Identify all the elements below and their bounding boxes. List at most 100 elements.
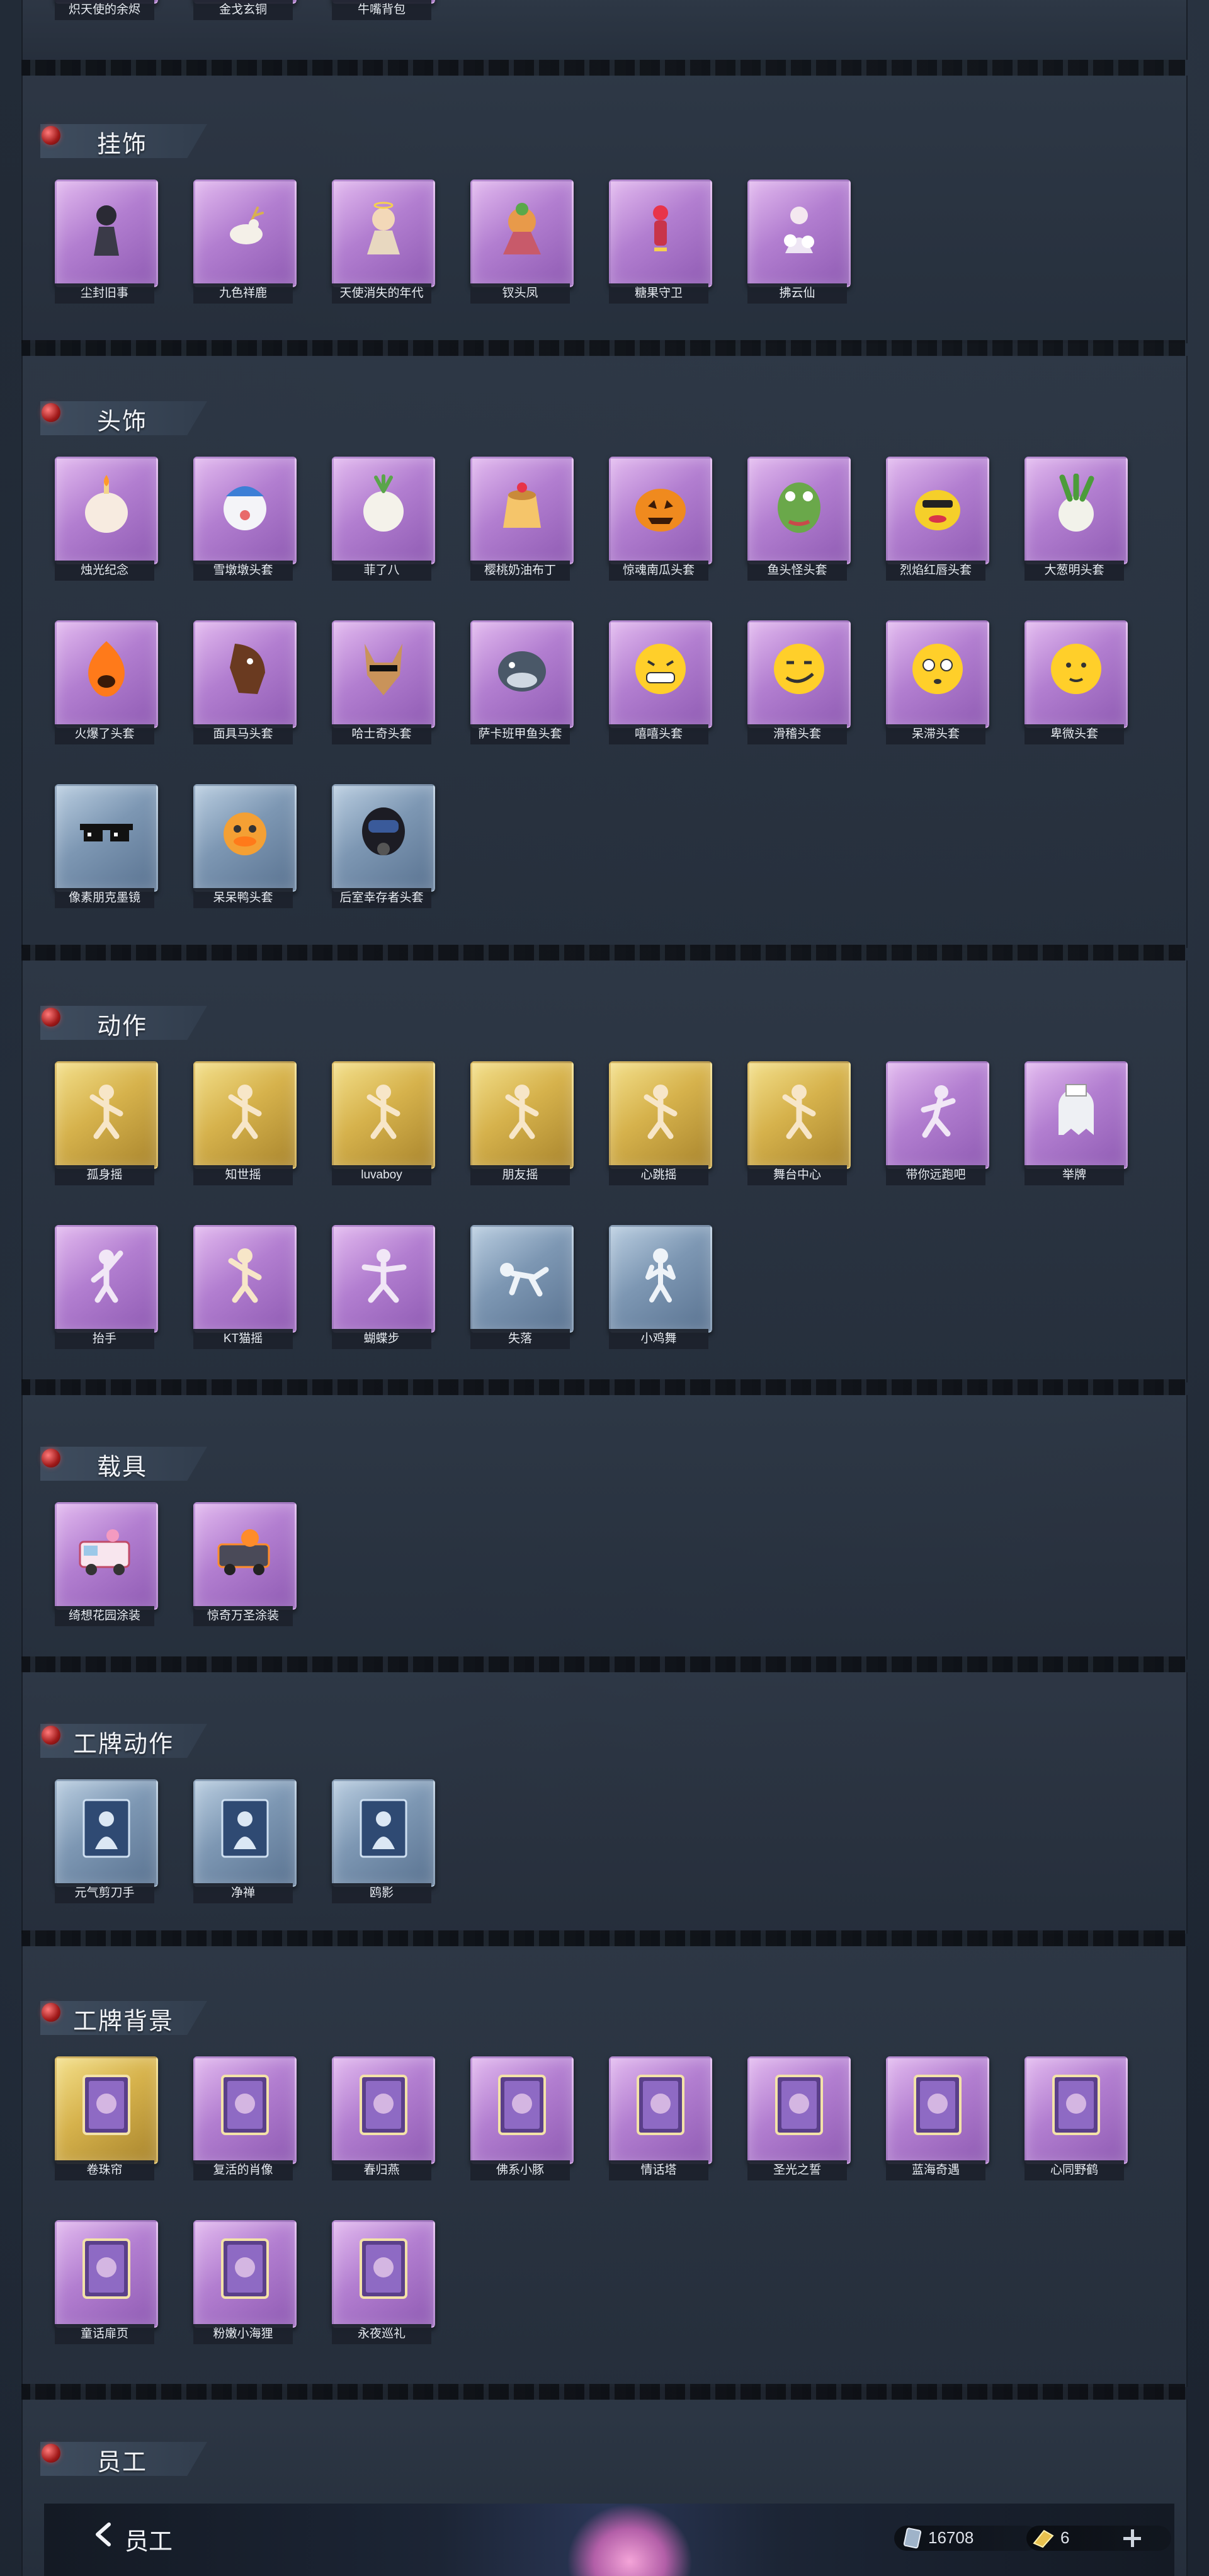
item-tile[interactable]: 钗头凤 — [470, 180, 574, 304]
item-tile[interactable]: 面具马头套 — [193, 620, 297, 745]
add-currency-button[interactable] — [1120, 2526, 1145, 2551]
red-orb-icon — [42, 2003, 60, 2022]
duck-head-icon — [224, 812, 266, 855]
item-label: 卷珠帘 — [55, 2160, 154, 2180]
item-label: 举牌 — [1025, 1165, 1124, 1185]
item-tile[interactable]: 蓝海奇遇 — [886, 2056, 989, 2181]
item-card — [470, 2056, 574, 2164]
item-tile[interactable]: 糖果守卫 — [609, 180, 712, 304]
item-tile[interactable]: 鸥影 — [332, 1779, 435, 1904]
item-tile[interactable]: 情话塔 — [609, 2056, 712, 2181]
item-tile[interactable]: 小鸡舞 — [609, 1225, 712, 1350]
item-tile[interactable]: 知世摇 — [193, 1061, 297, 1186]
top-item[interactable]: 牛嘴背包 — [332, 0, 435, 21]
item-label: 孤身摇 — [55, 1165, 154, 1185]
dance-pose-icon — [782, 1085, 816, 1139]
item-tile[interactable]: 烈焰红唇头套 — [886, 457, 989, 581]
item-tile[interactable]: 天使消失的年代 — [332, 180, 435, 304]
item-tile[interactable]: 嘻嘻头套 — [609, 620, 712, 745]
item-tile[interactable]: 佛系小豚 — [470, 2056, 574, 2181]
item-tile[interactable]: 净禅 — [193, 1779, 297, 1904]
card-frame-icon — [221, 2075, 269, 2135]
item-card — [332, 2220, 435, 2328]
item-tile[interactable]: 像素朋克墨镜 — [55, 784, 158, 909]
item-label: 雪墩墩头套 — [193, 561, 293, 581]
red-orb-icon — [42, 2444, 60, 2463]
character-preview — [567, 2504, 693, 2576]
item-tile[interactable]: 卑微头套 — [1025, 620, 1128, 745]
item-tile[interactable]: 元气剪刀手 — [55, 1779, 158, 1904]
item-tile[interactable]: 尘封旧事 — [55, 180, 158, 304]
item-label: 粉嫩小海狸 — [193, 2324, 293, 2344]
back-chevron-icon[interactable] — [91, 2522, 116, 2547]
item-tile[interactable]: 蝴蝶步 — [332, 1225, 435, 1350]
item-tile[interactable]: 呆滞头套 — [886, 620, 989, 745]
item-label: 永夜巡礼 — [332, 2324, 431, 2344]
item-tile[interactable]: 惊奇万圣涂装 — [193, 1502, 297, 1627]
item-tile[interactable]: 鱼头怪头套 — [747, 457, 851, 581]
item-label: 蝴蝶步 — [332, 1329, 431, 1349]
section-title-badge-action: 工牌动作 — [73, 1731, 174, 1758]
item-card — [55, 1225, 158, 1333]
item-tile[interactable]: 卷珠帘 — [55, 2056, 158, 2181]
item-tile[interactable]: 菲了八 — [332, 457, 435, 581]
item-tile[interactable]: 拂云仙 — [747, 180, 851, 304]
item-tile[interactable]: 粉嫩小海狸 — [193, 2220, 297, 2345]
ghost-sign-icon — [1059, 1084, 1094, 1135]
item-tile[interactable]: 火爆了头套 — [55, 620, 158, 745]
item-card — [747, 1061, 851, 1169]
item-tile[interactable]: 童话扉页 — [55, 2220, 158, 2345]
top-item[interactable]: 炽天使的余烬 — [55, 0, 158, 21]
item-tile[interactable]: 圣光之誓 — [747, 2056, 851, 2181]
item-tile[interactable]: 九色祥鹿 — [193, 180, 297, 304]
top-item[interactable]: 金戈玄铜 — [193, 0, 297, 21]
item-card — [747, 180, 851, 287]
card-frame-icon — [637, 2075, 684, 2135]
item-tile[interactable]: KT猫摇 — [193, 1225, 297, 1350]
item-tile[interactable]: 抬手 — [55, 1225, 158, 1350]
item-label: 蓝海奇遇 — [886, 2160, 985, 2180]
item-tile[interactable]: 举牌 — [1025, 1061, 1128, 1186]
item-label: 尘封旧事 — [55, 283, 154, 304]
card-frame-icon — [498, 2075, 546, 2135]
item-tile[interactable]: 朋友摇 — [470, 1061, 574, 1186]
item-tile[interactable]: luvaboy — [332, 1061, 435, 1186]
item-tile[interactable]: 永夜巡礼 — [332, 2220, 435, 2345]
item-tile[interactable]: 绮想花园涂装 — [55, 1502, 158, 1627]
candle-head-icon — [85, 475, 128, 533]
item-tile[interactable]: 烛光纪念 — [55, 457, 158, 581]
pixel-sunglasses-icon — [80, 824, 133, 841]
item-tile[interactable]: 复活的肖像 — [193, 2056, 297, 2181]
item-tile[interactable]: 呆呆鸭头套 — [193, 784, 297, 909]
item-tile[interactable]: 大葱明头套 — [1025, 457, 1128, 581]
item-label: 心跳摇 — [609, 1165, 708, 1185]
item-tile[interactable]: 樱桃奶油布丁 — [470, 457, 574, 581]
scallion-icon — [1059, 474, 1094, 532]
item-tile[interactable]: 后室幸存者头套 — [332, 784, 435, 909]
item-label: 带你远跑吧 — [886, 1165, 985, 1185]
item-label: 九色祥鹿 — [193, 283, 293, 304]
item-tile[interactable]: 孤身摇 — [55, 1061, 158, 1186]
item-tile[interactable]: 滑稽头套 — [747, 620, 851, 745]
item-card — [193, 180, 297, 287]
item-tile[interactable]: 心跳摇 — [609, 1061, 712, 1186]
item-card — [332, 620, 435, 728]
item-label: 鸥影 — [332, 1883, 431, 1903]
item-tile[interactable]: 心同野鹤 — [1025, 2056, 1128, 2181]
item-card — [332, 1061, 435, 1169]
item-tile[interactable]: 哈士奇头套 — [332, 620, 435, 745]
item-label: 惊魂南瓜头套 — [609, 561, 708, 581]
item-card — [193, 1225, 297, 1333]
item-tile[interactable]: 春归燕 — [332, 2056, 435, 2181]
item-tile[interactable]: 带你远跑吧 — [886, 1061, 989, 1186]
item-tile[interactable]: 萨卡班甲鱼头套 — [470, 620, 574, 745]
dance-pose-icon — [644, 1085, 678, 1139]
item-card — [55, 180, 158, 287]
item-tile[interactable]: 舞台中心 — [747, 1061, 851, 1186]
item-label: 知世摇 — [193, 1165, 293, 1185]
item-tile[interactable]: 失落 — [470, 1225, 574, 1350]
gas-mask-icon — [362, 807, 405, 855]
item-tile[interactable]: 惊魂南瓜头套 — [609, 457, 712, 581]
item-tile[interactable]: 雪墩墩头套 — [193, 457, 297, 581]
chicken-dance-icon — [645, 1248, 676, 1302]
